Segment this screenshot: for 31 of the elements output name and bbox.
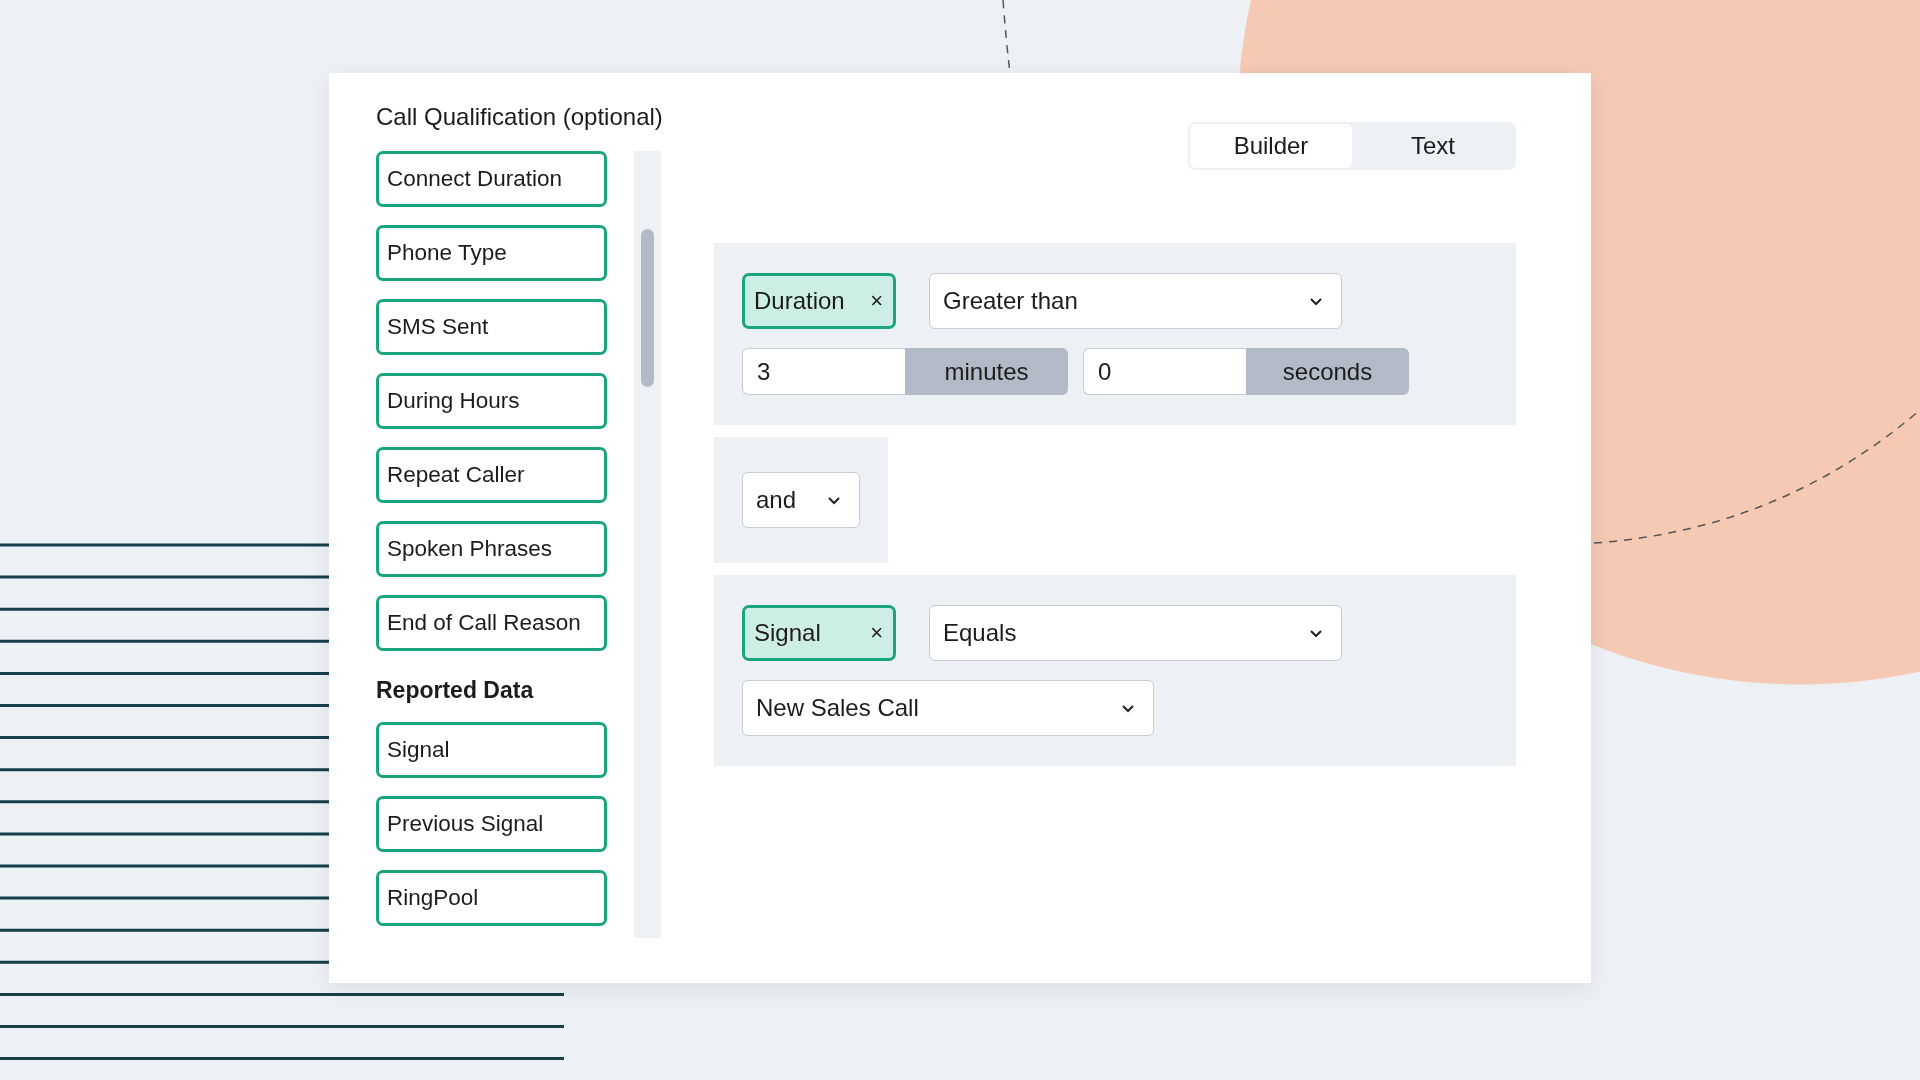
panel-title: Call Qualification (optional) bbox=[376, 103, 662, 131]
field-option[interactable]: Phone Type bbox=[376, 225, 607, 281]
connector-select[interactable]: and bbox=[742, 472, 860, 528]
value-select[interactable]: New Sales Call bbox=[742, 680, 1154, 736]
chip-label: Duration bbox=[754, 287, 845, 315]
chevron-down-icon bbox=[1309, 296, 1323, 306]
unit-label: minutes bbox=[905, 348, 1068, 395]
operator-select[interactable]: Equals bbox=[929, 605, 1342, 661]
section-heading: Reported Data bbox=[376, 676, 535, 704]
operator-select[interactable]: Greater than bbox=[929, 273, 1342, 329]
chevron-down-icon bbox=[827, 495, 841, 505]
scrollbar-thumb[interactable] bbox=[641, 229, 654, 387]
field-option[interactable]: Spoken Phrases bbox=[376, 521, 607, 577]
field-option[interactable]: SMS Sent bbox=[376, 299, 607, 355]
field-option[interactable]: End of Call Reason bbox=[376, 595, 607, 651]
close-button[interactable]: × bbox=[868, 288, 885, 314]
field-option[interactable]: RingPool bbox=[376, 870, 607, 926]
chip-label: Signal bbox=[754, 619, 821, 647]
field-option[interactable]: Signal bbox=[376, 722, 607, 778]
field-option[interactable]: Previous Signal bbox=[376, 796, 607, 852]
mode-tab[interactable]: Builder bbox=[1190, 124, 1352, 168]
chevron-down-icon bbox=[1121, 703, 1135, 713]
field-option[interactable]: Connect Duration bbox=[376, 151, 607, 207]
mode-tab[interactable]: Text bbox=[1352, 124, 1514, 168]
close-button[interactable]: × bbox=[868, 620, 885, 646]
number-input[interactable]: 0 bbox=[1083, 348, 1246, 395]
field-option[interactable]: Repeat Caller bbox=[376, 447, 607, 503]
field-option[interactable]: During Hours bbox=[376, 373, 607, 429]
chevron-down-icon bbox=[1309, 628, 1323, 638]
number-input[interactable]: 3 bbox=[742, 348, 905, 395]
unit-label: seconds bbox=[1246, 348, 1409, 395]
